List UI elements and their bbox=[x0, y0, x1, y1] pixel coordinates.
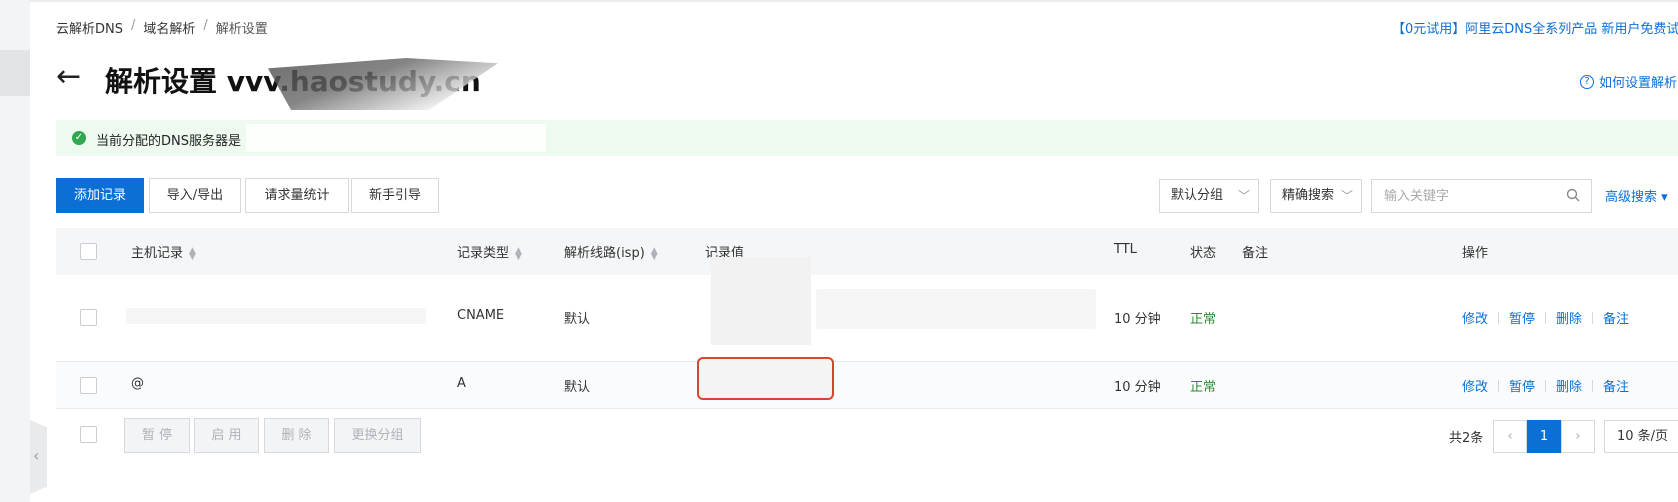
sidebar-collapse-toggle[interactable]: ‹ bbox=[30, 420, 47, 494]
top-divider bbox=[30, 0, 1678, 2]
redaction-overlay bbox=[268, 58, 498, 110]
table-header: 主机记录 ▲ ▼ 记录类型 ▲ ▼ 解析线路(isp) ▲ ▼ 记录值 TTL 状态 备注 … bbox=[56, 228, 1678, 275]
dns-server-alert: ✓ 当前分配的DNS服务器是 bbox=[56, 120, 1678, 156]
help-link-label: 如何设置解析 bbox=[1599, 76, 1678, 91]
action-divider bbox=[1592, 311, 1594, 324]
breadcrumb-separator: / bbox=[203, 18, 208, 33]
back-arrow-icon[interactable]: ← bbox=[56, 62, 81, 92]
cell-ttl: 10 分钟 bbox=[1114, 380, 1161, 395]
caret-down-icon: ▾ bbox=[1661, 190, 1668, 205]
check-circle-icon: ✓ bbox=[72, 131, 86, 145]
cell-status: 正常 bbox=[1190, 380, 1217, 395]
record-value-highlight bbox=[697, 357, 834, 400]
left-nav-rail bbox=[0, 0, 30, 502]
redaction-overlay bbox=[711, 257, 811, 345]
sort-icon: ▲ ▼ bbox=[650, 245, 658, 262]
promo-link[interactable]: 【0元试用】阿里云DNS全系列产品 新用户免费试 bbox=[1392, 18, 1678, 37]
delete-link[interactable]: 删除 bbox=[1556, 376, 1582, 395]
action-divider bbox=[1592, 379, 1594, 392]
column-header-label: 解析线路(isp) bbox=[564, 246, 645, 261]
bulk-pause-button[interactable]: 暂 停 bbox=[124, 418, 190, 453]
cell-type: CNAME bbox=[457, 308, 505, 323]
page-size-value: 10 条/页 bbox=[1617, 429, 1669, 444]
cell-line: 默认 bbox=[564, 380, 591, 395]
cell-host: @ bbox=[131, 376, 144, 391]
page-number-current[interactable]: 1 bbox=[1527, 420, 1561, 453]
redaction-overlay bbox=[816, 289, 1096, 329]
search-mode-select[interactable]: 精确搜索 ﹀ bbox=[1270, 179, 1362, 213]
pause-link[interactable]: 暂停 bbox=[1509, 308, 1535, 327]
left-nav-active-item[interactable] bbox=[0, 50, 30, 96]
bulk-delete-button[interactable]: 删 除 bbox=[264, 418, 329, 453]
table-row: CNAME 默认 10 分钟 正常 修改 暂停 删除 备注 bbox=[56, 257, 1678, 362]
column-header-remark: 备注 bbox=[1242, 246, 1269, 261]
action-divider bbox=[1498, 379, 1500, 392]
add-record-button[interactable]: 添加记录 bbox=[56, 178, 144, 213]
breadcrumb-item-current: 解析设置 bbox=[215, 22, 268, 37]
edit-link[interactable]: 修改 bbox=[1462, 308, 1488, 327]
redaction-overlay bbox=[126, 308, 426, 324]
search-input[interactable] bbox=[1372, 180, 1552, 212]
remark-link[interactable]: 备注 bbox=[1603, 376, 1629, 395]
column-header-type[interactable]: 记录类型 ▲ ▼ bbox=[457, 242, 522, 261]
table-row: @ A 默认 10 分钟 正常 修改 暂停 删除 备注 bbox=[56, 362, 1678, 409]
sort-icon: ▲ ▼ bbox=[189, 245, 196, 262]
app-root: ‹ 云解析DNS / 域名解析 / 解析设置 【0元试用】阿里云DNS全系列产品… bbox=[0, 0, 1678, 502]
column-header-label: 记录类型 bbox=[457, 246, 510, 261]
breadcrumb-item-dns[interactable]: 云解析DNS bbox=[56, 18, 123, 37]
cell-type: A bbox=[457, 376, 466, 391]
group-select[interactable]: 默认分组 ﹀ bbox=[1159, 179, 1259, 213]
search-mode-value: 精确搜索 bbox=[1282, 188, 1335, 203]
prev-page-button[interactable]: ‹ bbox=[1493, 420, 1527, 453]
import-export-button[interactable]: 导入/导出 bbox=[149, 178, 241, 213]
column-header-line[interactable]: 解析线路(isp) ▲ ▼ bbox=[564, 242, 658, 261]
page-size-select[interactable]: 10 条/页 bbox=[1604, 420, 1678, 453]
question-icon: ? bbox=[1580, 74, 1594, 89]
action-divider bbox=[1498, 311, 1500, 324]
total-count: 共2条 bbox=[1449, 431, 1484, 446]
action-divider bbox=[1545, 379, 1547, 392]
change-group-button[interactable]: 更换分组 bbox=[334, 418, 421, 453]
row-checkbox[interactable] bbox=[80, 377, 97, 394]
row-actions: 修改 暂停 删除 备注 bbox=[1462, 308, 1629, 327]
row-actions: 修改 暂停 删除 备注 bbox=[1462, 376, 1629, 395]
column-header-label: 主机记录 bbox=[131, 246, 184, 261]
pause-link[interactable]: 暂停 bbox=[1509, 376, 1535, 395]
delete-link[interactable]: 删除 bbox=[1556, 308, 1582, 327]
breadcrumb-separator: / bbox=[131, 18, 136, 33]
chevron-down-icon: ﹀ bbox=[1340, 189, 1353, 203]
help-link[interactable]: ? 如何设置解析 bbox=[1580, 72, 1677, 91]
redaction-overlay bbox=[246, 124, 546, 152]
keyword-search bbox=[1371, 179, 1592, 213]
row-checkbox[interactable] bbox=[80, 309, 97, 326]
column-header-action: 操作 bbox=[1462, 246, 1489, 261]
breadcrumb-item-domain[interactable]: 域名解析 bbox=[143, 18, 195, 37]
alert-message: 当前分配的DNS服务器是 bbox=[96, 134, 241, 149]
remark-link[interactable]: 备注 bbox=[1603, 308, 1629, 327]
group-select-value: 默认分组 bbox=[1171, 188, 1224, 203]
advanced-search-link[interactable]: 高级搜索 ▾ bbox=[1605, 186, 1668, 205]
footer-select-all-checkbox[interactable] bbox=[80, 426, 97, 443]
action-divider bbox=[1545, 311, 1547, 324]
advanced-search-label: 高级搜索 bbox=[1605, 190, 1658, 205]
column-header-ttl: TTL bbox=[1114, 242, 1137, 257]
edit-link[interactable]: 修改 bbox=[1462, 376, 1488, 395]
breadcrumb: 云解析DNS / 域名解析 / 解析设置 bbox=[56, 18, 268, 37]
select-all-checkbox[interactable] bbox=[80, 243, 97, 260]
beginner-guide-button[interactable]: 新手引导 bbox=[351, 178, 439, 213]
cell-line: 默认 bbox=[564, 312, 591, 327]
bulk-enable-button[interactable]: 启 用 bbox=[194, 418, 259, 453]
column-header-status: 状态 bbox=[1190, 246, 1217, 261]
cell-status: 正常 bbox=[1190, 312, 1217, 327]
search-icon[interactable] bbox=[1566, 188, 1580, 202]
chevron-left-icon: ‹ bbox=[33, 446, 40, 465]
request-stats-button[interactable]: 请求量统计 bbox=[245, 178, 349, 213]
chevron-right-icon: › bbox=[1575, 429, 1581, 444]
chevron-left-icon: ‹ bbox=[1507, 429, 1513, 444]
chevron-down-icon: ﹀ bbox=[1237, 189, 1250, 203]
column-header-host[interactable]: 主机记录 ▲ ▼ bbox=[131, 242, 196, 261]
next-page-button[interactable]: › bbox=[1561, 420, 1595, 453]
sort-icon: ▲ ▼ bbox=[515, 245, 522, 262]
cell-ttl: 10 分钟 bbox=[1114, 312, 1161, 327]
